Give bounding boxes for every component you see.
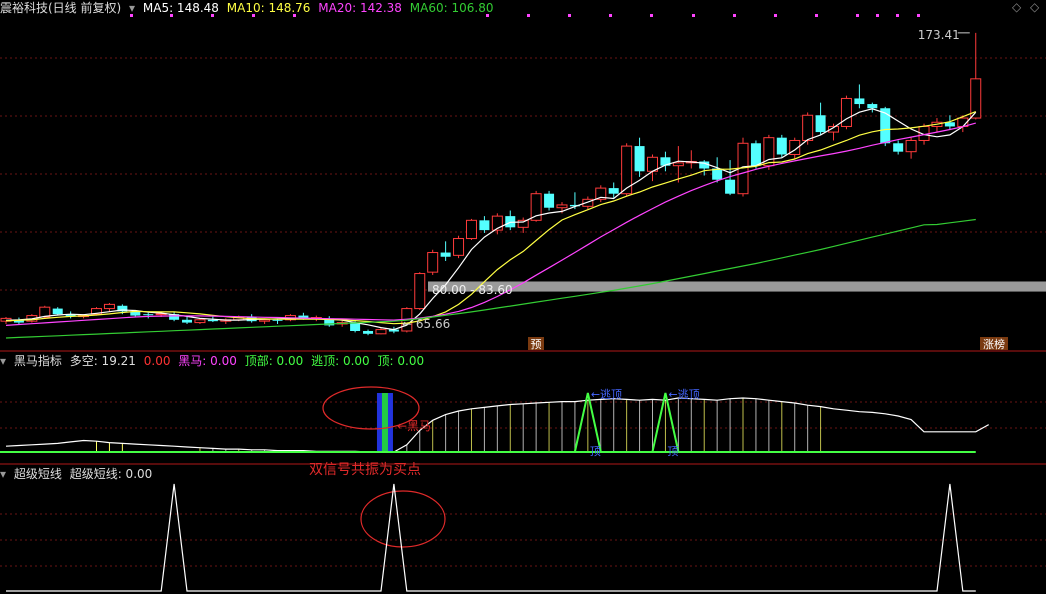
- signal-marker: [856, 14, 859, 17]
- candle-body: [259, 319, 271, 322]
- signal-marker: [568, 14, 571, 17]
- indicator2-header: ▾ 超级短线 超级短线: 0.00: [0, 466, 156, 482]
- settings-icon[interactable]: ◇: [1012, 0, 1021, 14]
- candle-body: [465, 219, 477, 240]
- candle-body: [776, 137, 787, 155]
- candle-body: [802, 114, 814, 141]
- low-price-label: ← 65.66: [402, 317, 450, 331]
- high-price-label: 173.41: [918, 28, 960, 42]
- superline-line: [6, 483, 976, 592]
- candle-body: [52, 308, 63, 315]
- stock-title: 震裕科技(日线 前复权): [0, 1, 122, 15]
- ma20-value: MA20: 142.38: [318, 1, 402, 15]
- stock-chart: 173.41← 65.6680.00 - 83.60预 涨榜←黑马←逃顶顶←逃顶顶…: [0, 14, 1046, 592]
- ma10-value: MA10: 148.76: [226, 1, 311, 15]
- dropdown-icon[interactable]: ▾: [129, 1, 135, 15]
- signal-marker: [815, 14, 818, 17]
- ma60-line: [5, 218, 976, 339]
- limit-tag: 涨榜: [983, 337, 1005, 351]
- candle-body: [453, 238, 465, 256]
- top-label: 顶: [667, 445, 678, 458]
- indicator1-header: ▾ 黑马指标 多空: 19.21 0.00 黑马: 0.00 顶部: 0.00 …: [0, 353, 428, 369]
- signal-marker: [609, 14, 612, 17]
- candle-body: [194, 319, 206, 324]
- candle-body: [363, 330, 374, 334]
- candle-body: [634, 146, 645, 172]
- candle-body: [608, 188, 619, 194]
- candle-body: [815, 115, 826, 133]
- candle-body: [725, 179, 736, 194]
- candle-body: [414, 273, 426, 310]
- candle-body: [544, 193, 555, 208]
- heima-label: ←黑马: [397, 419, 431, 433]
- ma60-value: MA60: 106.80: [409, 1, 494, 15]
- zero-value: 0.00: [143, 354, 171, 368]
- candle-body: [143, 314, 154, 316]
- signal-marker: [650, 14, 653, 17]
- candle-body: [840, 97, 852, 127]
- signal-marker: [917, 14, 920, 17]
- candle-body: [440, 252, 451, 257]
- collapse-icon[interactable]: ◇: [1030, 0, 1039, 14]
- range-label: 80.00 - 83.60: [432, 283, 513, 297]
- annotation-ellipse: [360, 490, 446, 548]
- superline-value: 超级短线: 0.00: [69, 467, 153, 481]
- candle-body: [867, 104, 878, 109]
- pre-tag: 预: [531, 338, 542, 351]
- escape-top-label: ←逃顶: [591, 388, 622, 401]
- candle-body: [375, 329, 387, 335]
- price-band: [428, 281, 1046, 292]
- candle-body: [905, 139, 917, 153]
- annotation-ellipse: [322, 386, 420, 430]
- top-label: 顶: [590, 445, 601, 458]
- ma5-value: MA5: 148.48: [142, 1, 219, 15]
- candle-body: [350, 322, 361, 331]
- candle-body: [272, 319, 283, 321]
- candle-body: [854, 98, 865, 105]
- main-header: 震裕科技(日线 前复权) ▾ MA5: 148.48 MA10: 148.76 …: [0, 0, 497, 16]
- candle-body: [103, 303, 115, 310]
- candle-body: [479, 220, 490, 231]
- duokong-value: 多空: 19.21: [69, 354, 136, 368]
- signal-marker: [527, 14, 530, 17]
- escape-top-label: ←逃顶: [668, 388, 699, 401]
- heima-value: 黑马: 0.00: [178, 354, 237, 368]
- candle-body: [893, 143, 904, 152]
- indicator2-toggle-icon[interactable]: ▾: [0, 467, 6, 481]
- escape-top-value: 逃顶: 0.00: [311, 354, 370, 368]
- ding-value: 顶: 0.00: [377, 354, 425, 368]
- candle-body: [750, 143, 761, 166]
- signal-marker: [733, 14, 736, 17]
- heima-block-inner: [381, 393, 388, 451]
- indicator1-toggle-icon[interactable]: ▾: [0, 354, 6, 368]
- indicator2-name[interactable]: 超级短线: [14, 467, 62, 481]
- candle-body: [182, 319, 193, 323]
- candle-body: [427, 252, 439, 273]
- signal-marker: [692, 14, 695, 17]
- signal-marker: [896, 14, 899, 17]
- top-value: 顶部: 0.00: [244, 354, 304, 368]
- resonance-note: 双信号共振为买点: [309, 462, 421, 478]
- indicator1-name[interactable]: 黑马指标: [14, 354, 62, 368]
- signal-marker: [876, 14, 879, 17]
- signal-marker: [774, 14, 777, 17]
- candle-body: [556, 204, 568, 209]
- candle-body: [672, 162, 684, 167]
